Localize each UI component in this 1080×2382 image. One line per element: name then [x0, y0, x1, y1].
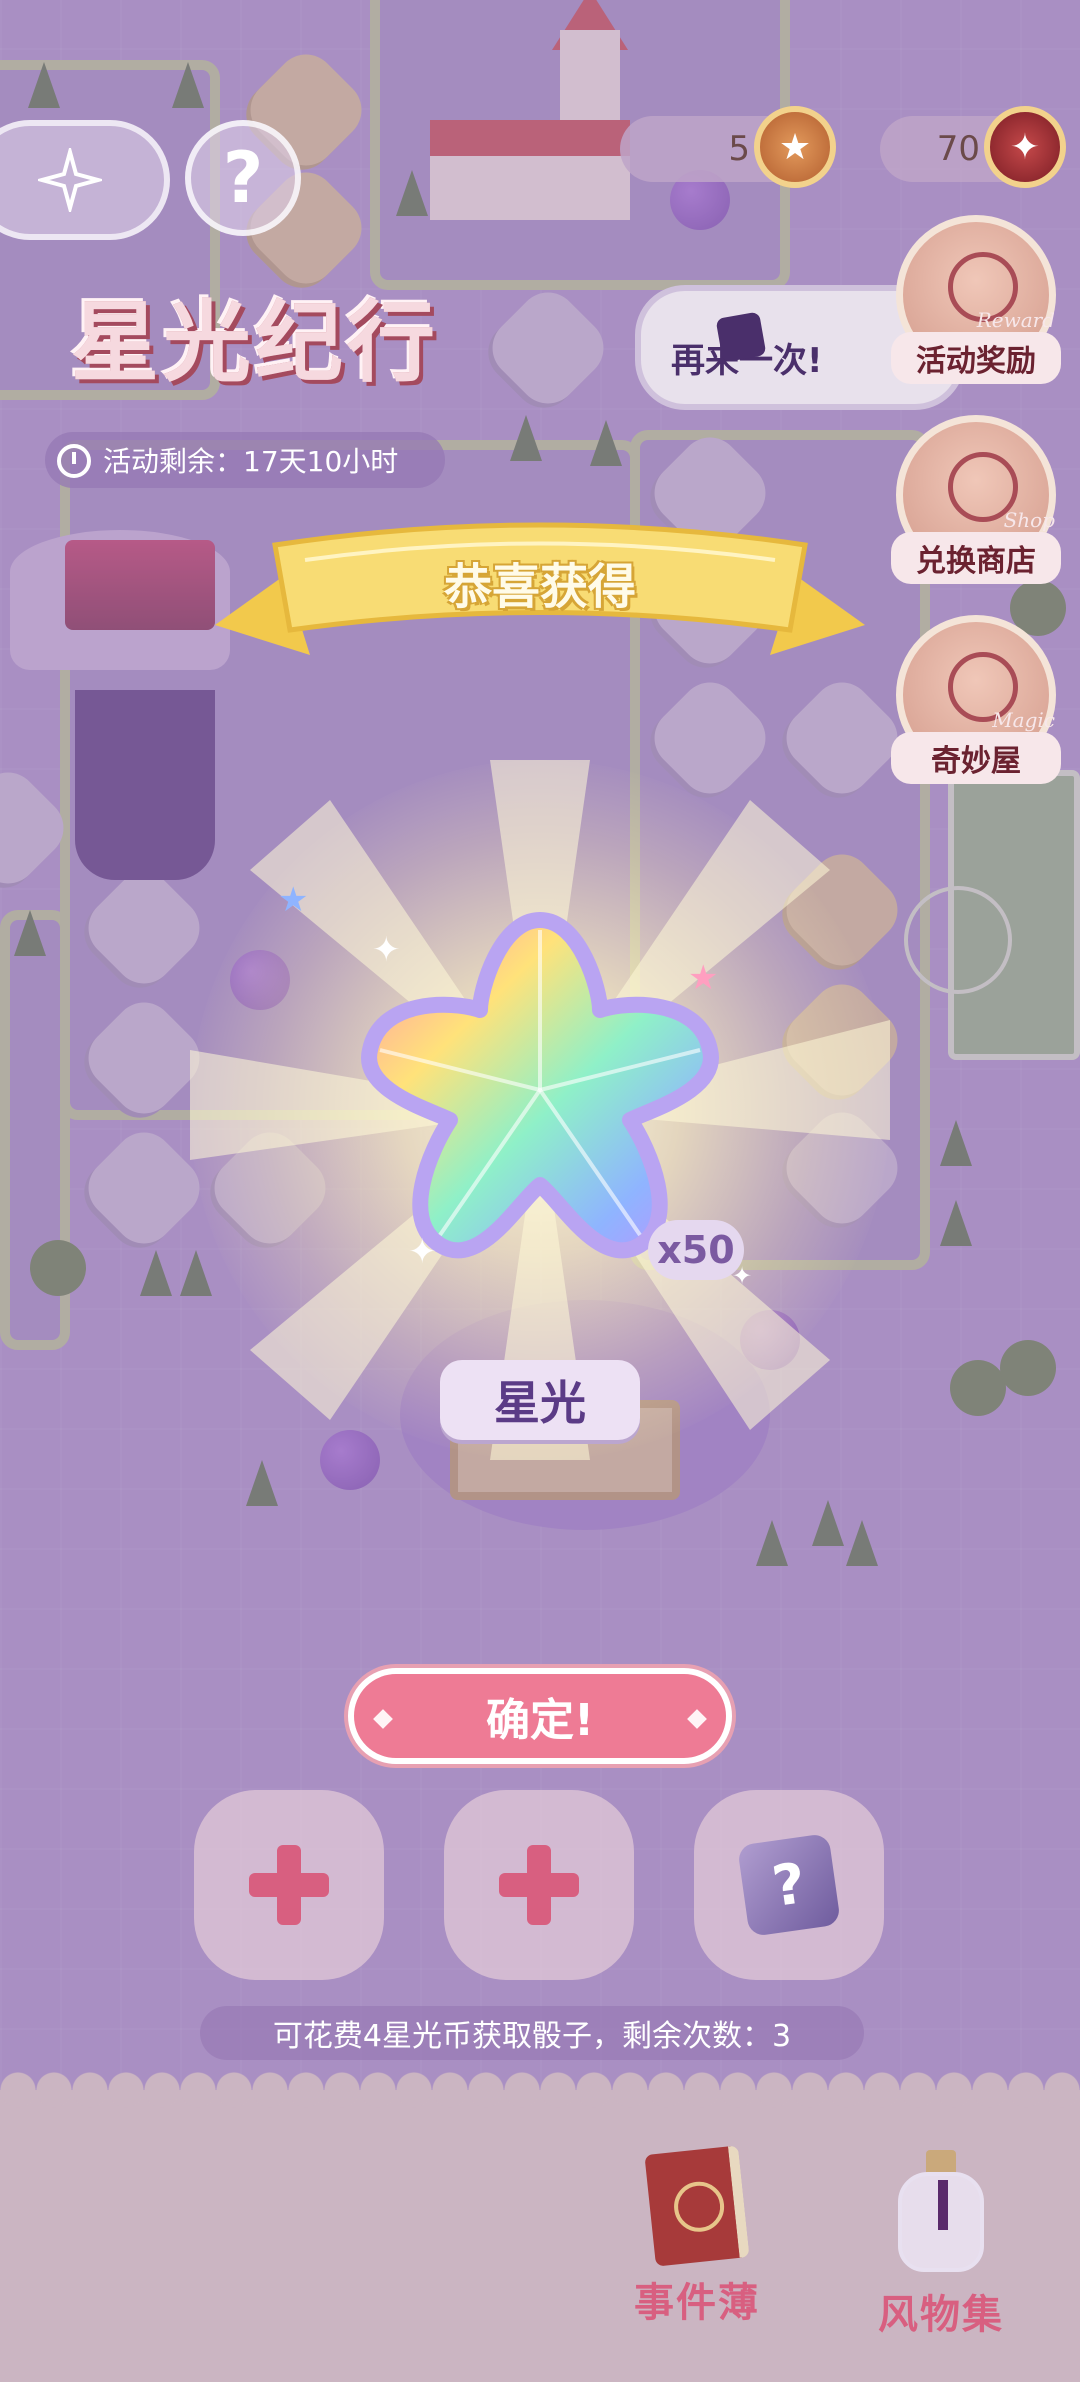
nav-event-book-label: 事件薄: [634, 2280, 760, 2326]
plus-icon: [499, 1845, 579, 1925]
red-coin-icon: ✦: [984, 106, 1066, 188]
confirm-button[interactable]: 确定!: [348, 1668, 732, 1764]
help-button[interactable]: ?: [185, 120, 301, 236]
shop-label: 兑换商店: [891, 532, 1061, 584]
nav-event-book[interactable]: 事件薄: [612, 2145, 782, 2350]
dice-hint: 可花费4星光币获取骰子，剩余次数：3: [200, 2006, 864, 2060]
reward-ribbon: 恭喜获得: [215, 515, 865, 675]
event-timer-text: 活动剩余：17天10小时: [103, 445, 399, 478]
nav-collection[interactable]: 风物集: [856, 2150, 1026, 2350]
reward-quantity: x50: [648, 1220, 744, 1280]
shop-button[interactable]: Shop 兑换商店: [891, 415, 1061, 584]
dice-icon: [715, 311, 767, 363]
star-coin-icon: ★: [754, 106, 836, 188]
event-title: 星光纪行: [70, 289, 439, 394]
sparkle-icon: ★: [278, 880, 309, 920]
event-timer: 活动剩余：17天10小时: [45, 432, 445, 488]
magic-house-button[interactable]: Magic 奇妙屋: [891, 615, 1061, 784]
confirm-label: 确定!: [485, 1695, 595, 1746]
nav-collection-label: 风物集: [878, 2292, 1004, 2338]
reward-tag: Reward: [976, 308, 1055, 332]
star-coin-counter[interactable]: 5 ★: [620, 106, 836, 188]
scallop-edge: [0, 2072, 1080, 2108]
add-dice-slot-1[interactable]: [194, 1790, 384, 1980]
event-book-icon: [644, 2145, 750, 2267]
sparkle-icon: ✦: [372, 930, 401, 970]
plus-icon: [249, 1845, 329, 1925]
mystery-dice-slot[interactable]: ?: [694, 1790, 884, 1980]
mystery-dice-icon: ?: [737, 1833, 841, 1937]
question-mark-icon: ?: [222, 137, 264, 219]
star-coin-amount: 5: [728, 129, 750, 169]
reward-label: 活动奖励: [891, 332, 1061, 384]
event-logo: 星光纪行: [50, 250, 460, 420]
compass-star-icon: [38, 148, 102, 212]
reward-heading: 恭喜获得: [443, 559, 636, 615]
red-coin-amount: 70: [936, 129, 980, 169]
red-coin-counter[interactable]: 70 ✦: [880, 106, 1066, 188]
sparkle-icon: ✦: [408, 1232, 437, 1272]
collection-bottle-icon: [898, 2150, 984, 2274]
add-dice-slot-2[interactable]: [444, 1790, 634, 1980]
diamond-icon: [687, 1709, 707, 1729]
reward-button[interactable]: Reward 活动奖励: [891, 215, 1061, 384]
clock-icon: [57, 444, 91, 478]
magic-tag: Magic: [992, 708, 1055, 732]
back-button[interactable]: [0, 120, 170, 240]
reward-item-name: 星光: [440, 1360, 640, 1440]
magic-house-label: 奇妙屋: [891, 732, 1061, 784]
shop-tag: Shop: [1003, 508, 1055, 532]
sparkle-icon: ★: [688, 958, 719, 998]
diamond-icon: [373, 1709, 393, 1729]
